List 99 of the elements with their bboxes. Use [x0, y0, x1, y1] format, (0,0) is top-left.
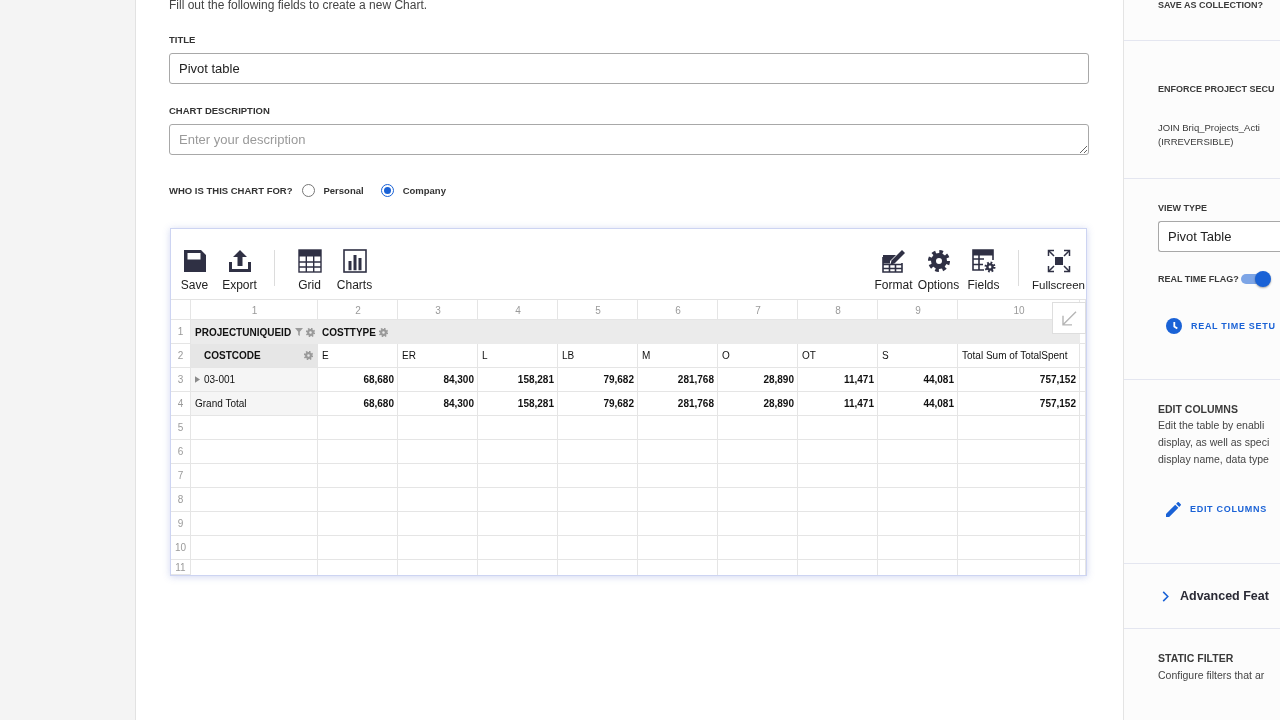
column-number: 2 — [355, 304, 361, 316]
clock-icon — [1166, 318, 1182, 334]
setting-label: SAVE AS COLLECTION? — [1158, 0, 1263, 10]
section-title: STATIC FILTER — [1158, 652, 1234, 664]
column-header: LB — [558, 344, 638, 368]
column-number: 6 — [675, 304, 681, 316]
table-cell: 11,471 — [798, 392, 878, 416]
toolbar-button[interactable]: Fields — [961, 249, 1006, 292]
title-input[interactable]: Pivot table — [169, 53, 1089, 84]
row-label: 03-001 — [204, 374, 236, 385]
toolbar-button[interactable]: Fullscreen — [1031, 249, 1086, 292]
collapse-button[interactable] — [1052, 302, 1086, 334]
description-text: Edit the table by enabli — [1158, 418, 1265, 433]
table-cell: 79,682 — [558, 392, 638, 416]
toolbar-button[interactable]: Grid — [287, 249, 332, 292]
field-label: WHO IS THIS CHART FOR? — [169, 184, 293, 196]
filter-icon[interactable] — [295, 328, 303, 336]
column-number: 3 — [435, 304, 441, 316]
table-icon — [297, 249, 322, 273]
table-cell: 44,081 — [878, 368, 958, 392]
table-cell: 281,768 — [638, 368, 718, 392]
field-label: CHART DESCRIPTION — [169, 105, 270, 116]
description-text: display, as well as speci — [1158, 435, 1270, 450]
table-cell: 11,471 — [798, 368, 878, 392]
column-header: ER — [398, 344, 478, 368]
row-number: 9 — [171, 512, 191, 536]
column-header: Total Sum of TotalSpent — [958, 344, 1080, 368]
edit-columns-button[interactable]: EDIT COLUMNS — [1158, 499, 1267, 519]
gear-icon — [926, 249, 951, 273]
upload-icon — [227, 249, 252, 273]
column-header: E — [318, 344, 398, 368]
row-number: 11 — [171, 560, 191, 575]
view-type-select[interactable]: Pivot Table — [1158, 221, 1280, 252]
column-header: L — [478, 344, 558, 368]
table-cell: 44,081 — [878, 392, 958, 416]
table-cell: 84,300 — [398, 392, 478, 416]
note-text: (IRREVERSIBLE) — [1158, 135, 1234, 149]
toolbar-button[interactable]: Save — [172, 249, 217, 292]
note-text: JOIN Briq_Projects_Acti — [1158, 121, 1260, 135]
gear-icon[interactable] — [378, 327, 388, 337]
column-header: M — [638, 344, 718, 368]
field-name[interactable]: COSTTYPE — [322, 326, 376, 338]
table-cell: 158,281 — [478, 368, 558, 392]
radio-label[interactable]: Personal — [323, 184, 364, 196]
caret-icon[interactable] — [195, 376, 200, 383]
gear-icon[interactable] — [306, 327, 315, 337]
intro-text: Fill out the following fields to create a new Chart. — [169, 0, 428, 11]
table-cell: 281,768 — [638, 392, 718, 416]
description-text: Configure filters that ar — [1158, 668, 1265, 683]
setting-label: VIEW TYPE — [1158, 203, 1207, 214]
table-cell: 28,890 — [718, 368, 798, 392]
row-number: 8 — [171, 488, 191, 512]
column-number: 7 — [755, 304, 761, 316]
table-cell: 79,682 — [558, 368, 638, 392]
description-input[interactable]: Enter your description — [169, 124, 1089, 155]
setup-button[interactable]: REAL TIME SETU — [1158, 316, 1276, 336]
column-number: 8 — [835, 304, 841, 316]
section-title: EDIT COLUMNS — [1158, 403, 1238, 415]
row-header: Grand Total — [191, 392, 318, 416]
column-number: 1 — [251, 304, 258, 316]
expand-icon — [1046, 249, 1071, 273]
column-header: O — [718, 344, 798, 368]
column-number: 9 — [915, 304, 921, 316]
column-number: 5 — [595, 304, 601, 316]
column-number: 10 — [1013, 304, 1025, 316]
bar-chart-icon — [342, 249, 367, 273]
row-number: 5 — [171, 416, 191, 440]
diagonal-arrow-icon — [1061, 310, 1077, 326]
table-cell: 84,300 — [398, 368, 478, 392]
table-cell: 68,680 — [318, 392, 398, 416]
table-pencil-icon — [881, 249, 906, 273]
radio-label[interactable]: Company — [402, 184, 446, 196]
advanced-features-toggle[interactable]: Advanced Feat — [1162, 586, 1269, 606]
toolbar-button[interactable]: Options — [916, 249, 961, 292]
setting-label: ENFORCE PROJECT SECU — [1158, 84, 1275, 95]
field-label: TITLE — [169, 34, 196, 45]
column-header: OT — [798, 344, 878, 368]
table-cell: 28,890 — [718, 392, 798, 416]
table-gear-icon — [971, 249, 996, 273]
toolbar-button[interactable]: Format — [871, 249, 916, 292]
column-number: 4 — [515, 304, 521, 316]
save-icon — [182, 249, 207, 273]
toggle-switch[interactable] — [1240, 270, 1272, 288]
toolbar-button[interactable]: Charts — [332, 249, 377, 292]
column-header: S — [878, 344, 958, 368]
row-number: 7 — [171, 464, 191, 488]
description-text: display name, data type — [1158, 452, 1269, 467]
table-cell: 68,680 — [318, 368, 398, 392]
table-cell: 158,281 — [478, 392, 558, 416]
toolbar-button[interactable]: Export — [217, 249, 262, 292]
row-number: 6 — [171, 440, 191, 464]
pencil-icon — [1166, 501, 1181, 517]
field-name[interactable]: PROJECTUNIQUEID — [195, 326, 292, 338]
setting-label: REAL TIME FLAG? — [1158, 273, 1239, 285]
field-name[interactable]: COSTCODE — [204, 350, 261, 361]
table-cell: 757,152 — [958, 368, 1080, 392]
row-number: 10 — [171, 536, 191, 560]
gear-icon[interactable] — [304, 351, 313, 360]
table-cell: 757,152 — [958, 392, 1080, 416]
